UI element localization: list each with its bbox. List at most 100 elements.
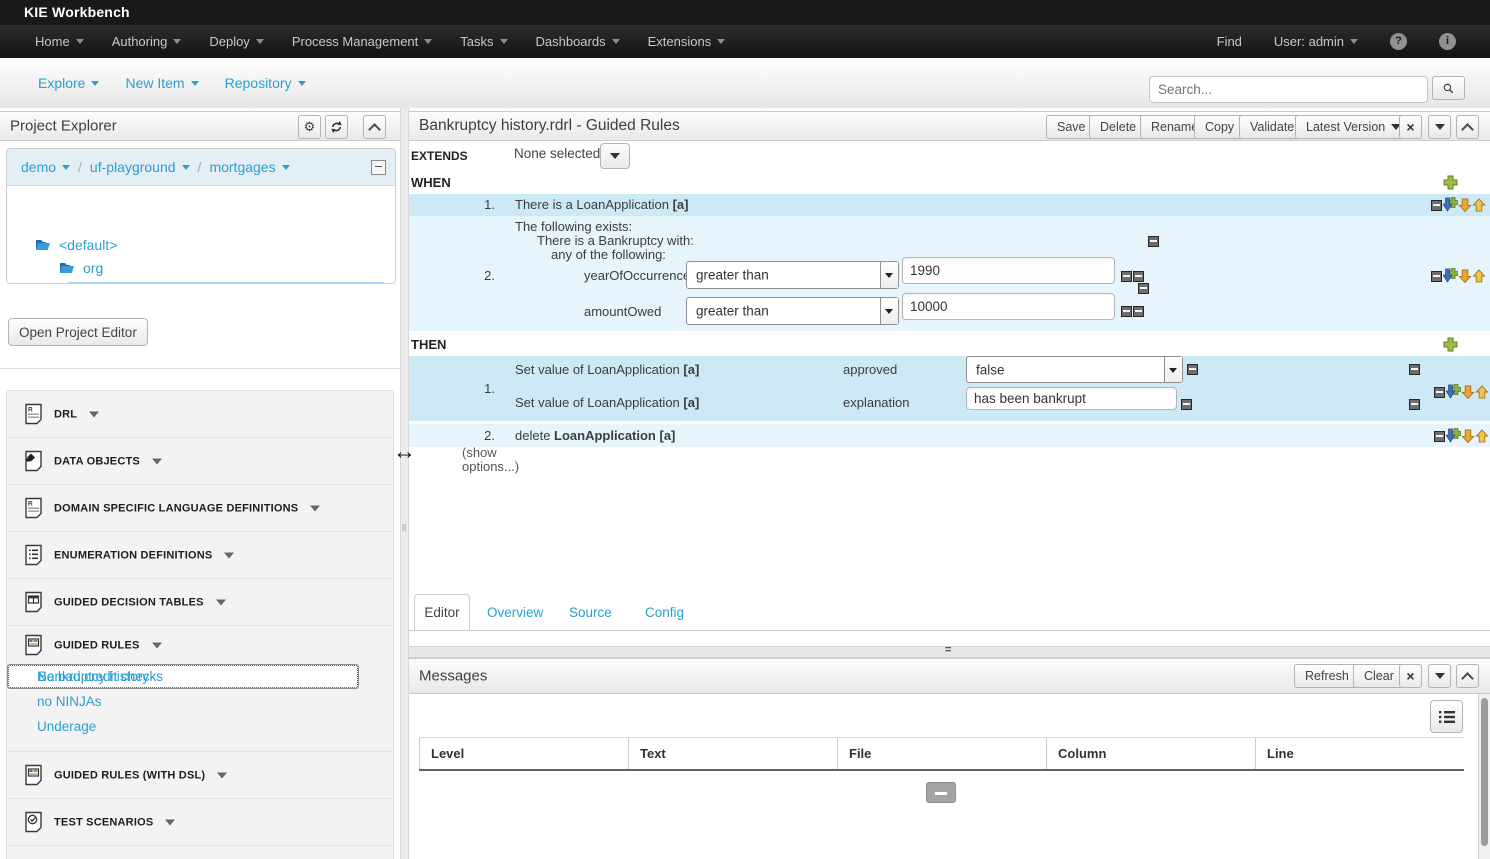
nav-home[interactable]: Home (35, 34, 84, 49)
search-input[interactable] (1149, 76, 1428, 103)
move-down-button[interactable] (1461, 385, 1475, 404)
collapse-editor-button[interactable] (1456, 115, 1479, 139)
remove-condition-button[interactable] (1133, 271, 1144, 282)
section-guided-rules-with-dsl[interactable]: GUIDED RULES (WITH DSL) (7, 752, 393, 799)
remove-condition-button[interactable] (1121, 271, 1132, 282)
nav-user-menu[interactable]: User: admin (1274, 34, 1358, 49)
nav-process-management[interactable]: Process Management (292, 34, 432, 49)
nav-deploy[interactable]: Deploy (209, 34, 263, 49)
remove-condition-button[interactable] (1133, 306, 1144, 317)
move-down-button[interactable] (1461, 429, 1475, 448)
clear-messages-button[interactable]: Clear (1353, 664, 1405, 688)
remove-field-button[interactable] (1187, 364, 1198, 375)
section-enumeration-definitions[interactable]: ENUMERATION DEFINITIONS (7, 532, 393, 579)
move-up-button[interactable] (1472, 198, 1486, 217)
add-action-below-button[interactable] (1446, 428, 1461, 448)
nav-find[interactable]: Find (1217, 34, 1242, 49)
action-value-input[interactable] (966, 387, 1177, 410)
move-up-button[interactable] (1475, 429, 1489, 448)
explorer-settings-button[interactable]: ⚙ (298, 115, 321, 139)
help-icon[interactable]: ? (1390, 33, 1407, 50)
delete-button[interactable]: Delete (1089, 115, 1147, 139)
guided-rule-item-underage[interactable]: Underage (7, 714, 393, 739)
operator-select[interactable]: greater than (686, 261, 899, 289)
condition-value-input[interactable] (902, 293, 1115, 320)
dock-messages-button[interactable] (1428, 664, 1451, 688)
tab-config[interactable]: Config (645, 594, 684, 630)
operator-select[interactable]: greater than (686, 297, 899, 325)
add-action-below-button[interactable] (1446, 384, 1461, 404)
section-test-scenarios[interactable]: TEST SCENARIOS (7, 799, 393, 846)
open-project-editor-button[interactable]: Open Project Editor (8, 318, 148, 346)
remove-action-row-button[interactable] (1434, 431, 1445, 442)
close-editor-button[interactable]: × (1399, 115, 1422, 139)
nav-authoring[interactable]: Authoring (112, 34, 182, 49)
condition-value-input[interactable] (902, 257, 1115, 284)
extends-dropdown-button[interactable] (600, 143, 630, 169)
remove-action-button[interactable] (1409, 399, 1420, 410)
guided-rule-item-no-bad-credit-checks[interactable]: No bad credit checks (7, 664, 393, 689)
remove-exists-button[interactable] (1148, 236, 1159, 247)
section-dsl-definitions[interactable]: R DOMAIN SPECIFIC LANGUAGE DEFINITIONS (7, 485, 393, 532)
pager-handle-button[interactable] (926, 782, 956, 803)
remove-pattern-button[interactable] (1431, 200, 1442, 211)
guided-rule-item-no-ninjas[interactable]: no NINJAs (7, 689, 393, 714)
close-messages-button[interactable]: × (1399, 664, 1422, 688)
move-up-button[interactable] (1475, 385, 1489, 404)
add-action-button[interactable] (1443, 337, 1458, 357)
messages-list-view-button[interactable] (1430, 700, 1463, 733)
messages-scrollbar[interactable] (1478, 694, 1490, 859)
tree-item-default[interactable]: <default> (35, 234, 117, 256)
nav-dashboards[interactable]: Dashboards (536, 34, 620, 49)
remove-condition-button[interactable] (1138, 283, 1149, 294)
remove-action-row-button[interactable] (1434, 387, 1445, 398)
scrollbar-thumb[interactable] (1481, 698, 1488, 846)
version-dropdown-button[interactable]: Latest Version (1295, 115, 1412, 139)
column-header-file[interactable]: File (837, 738, 1046, 769)
column-header-line[interactable]: Line (1255, 738, 1464, 769)
search-button[interactable] (1432, 76, 1465, 100)
action-value-select[interactable]: false (966, 356, 1183, 383)
nav-tasks[interactable]: Tasks (460, 34, 507, 49)
move-down-button[interactable] (1458, 269, 1472, 288)
copy-button[interactable]: Copy (1194, 115, 1245, 139)
breadcrumb-repository[interactable]: uf-playground (90, 159, 190, 175)
remove-pattern-button[interactable] (1431, 271, 1442, 282)
dock-editor-button[interactable] (1428, 115, 1451, 139)
section-guided-decision-tables[interactable]: GUIDED DECISION TABLES (7, 579, 393, 626)
tab-editor[interactable]: Editor (414, 594, 470, 630)
panel-splitter-vertical[interactable] (400, 108, 409, 859)
section-drl[interactable]: R DRL (7, 391, 393, 438)
breadcrumb-project[interactable]: mortgages (209, 159, 289, 175)
column-header-column[interactable]: Column (1046, 738, 1255, 769)
menu-repository[interactable]: Repository (225, 75, 306, 91)
section-data-objects[interactable]: DATA OBJECTS (7, 438, 393, 485)
tree-item-mortgages[interactable]: mortgages (81, 282, 171, 284)
collapse-messages-button[interactable] (1456, 664, 1479, 688)
move-down-button[interactable] (1458, 198, 1472, 217)
remove-field-button[interactable] (1181, 399, 1192, 410)
tab-overview[interactable]: Overview (487, 594, 543, 630)
explorer-refresh-button[interactable] (325, 115, 348, 139)
section-guided-rules[interactable]: GUIDED RULES (7, 626, 393, 664)
column-header-level[interactable]: Level (419, 738, 628, 769)
add-condition-button[interactable] (1443, 175, 1458, 195)
menu-new-item[interactable]: New Item (125, 75, 198, 91)
remove-condition-button[interactable] (1121, 306, 1132, 317)
move-up-button[interactable] (1472, 269, 1486, 288)
explorer-collapse-button[interactable] (363, 115, 386, 139)
add-pattern-below-button[interactable] (1443, 268, 1458, 288)
refresh-messages-button[interactable]: Refresh (1294, 664, 1360, 688)
show-options-link[interactable]: (show options...) (462, 446, 526, 474)
nav-extensions[interactable]: Extensions (648, 34, 726, 49)
panel-splitter-horizontal[interactable] (409, 646, 1490, 658)
breadcrumb-org-unit[interactable]: demo (21, 159, 70, 175)
add-pattern-below-button[interactable] (1443, 197, 1458, 217)
collapse-tree-icon[interactable] (371, 160, 386, 175)
tree-item-org[interactable]: org (59, 257, 103, 279)
remove-action-button[interactable] (1409, 364, 1420, 375)
menu-explore[interactable]: Explore (38, 75, 99, 91)
column-header-text[interactable]: Text (628, 738, 837, 769)
tab-source[interactable]: Source (569, 594, 612, 630)
info-icon[interactable]: i (1439, 33, 1456, 50)
